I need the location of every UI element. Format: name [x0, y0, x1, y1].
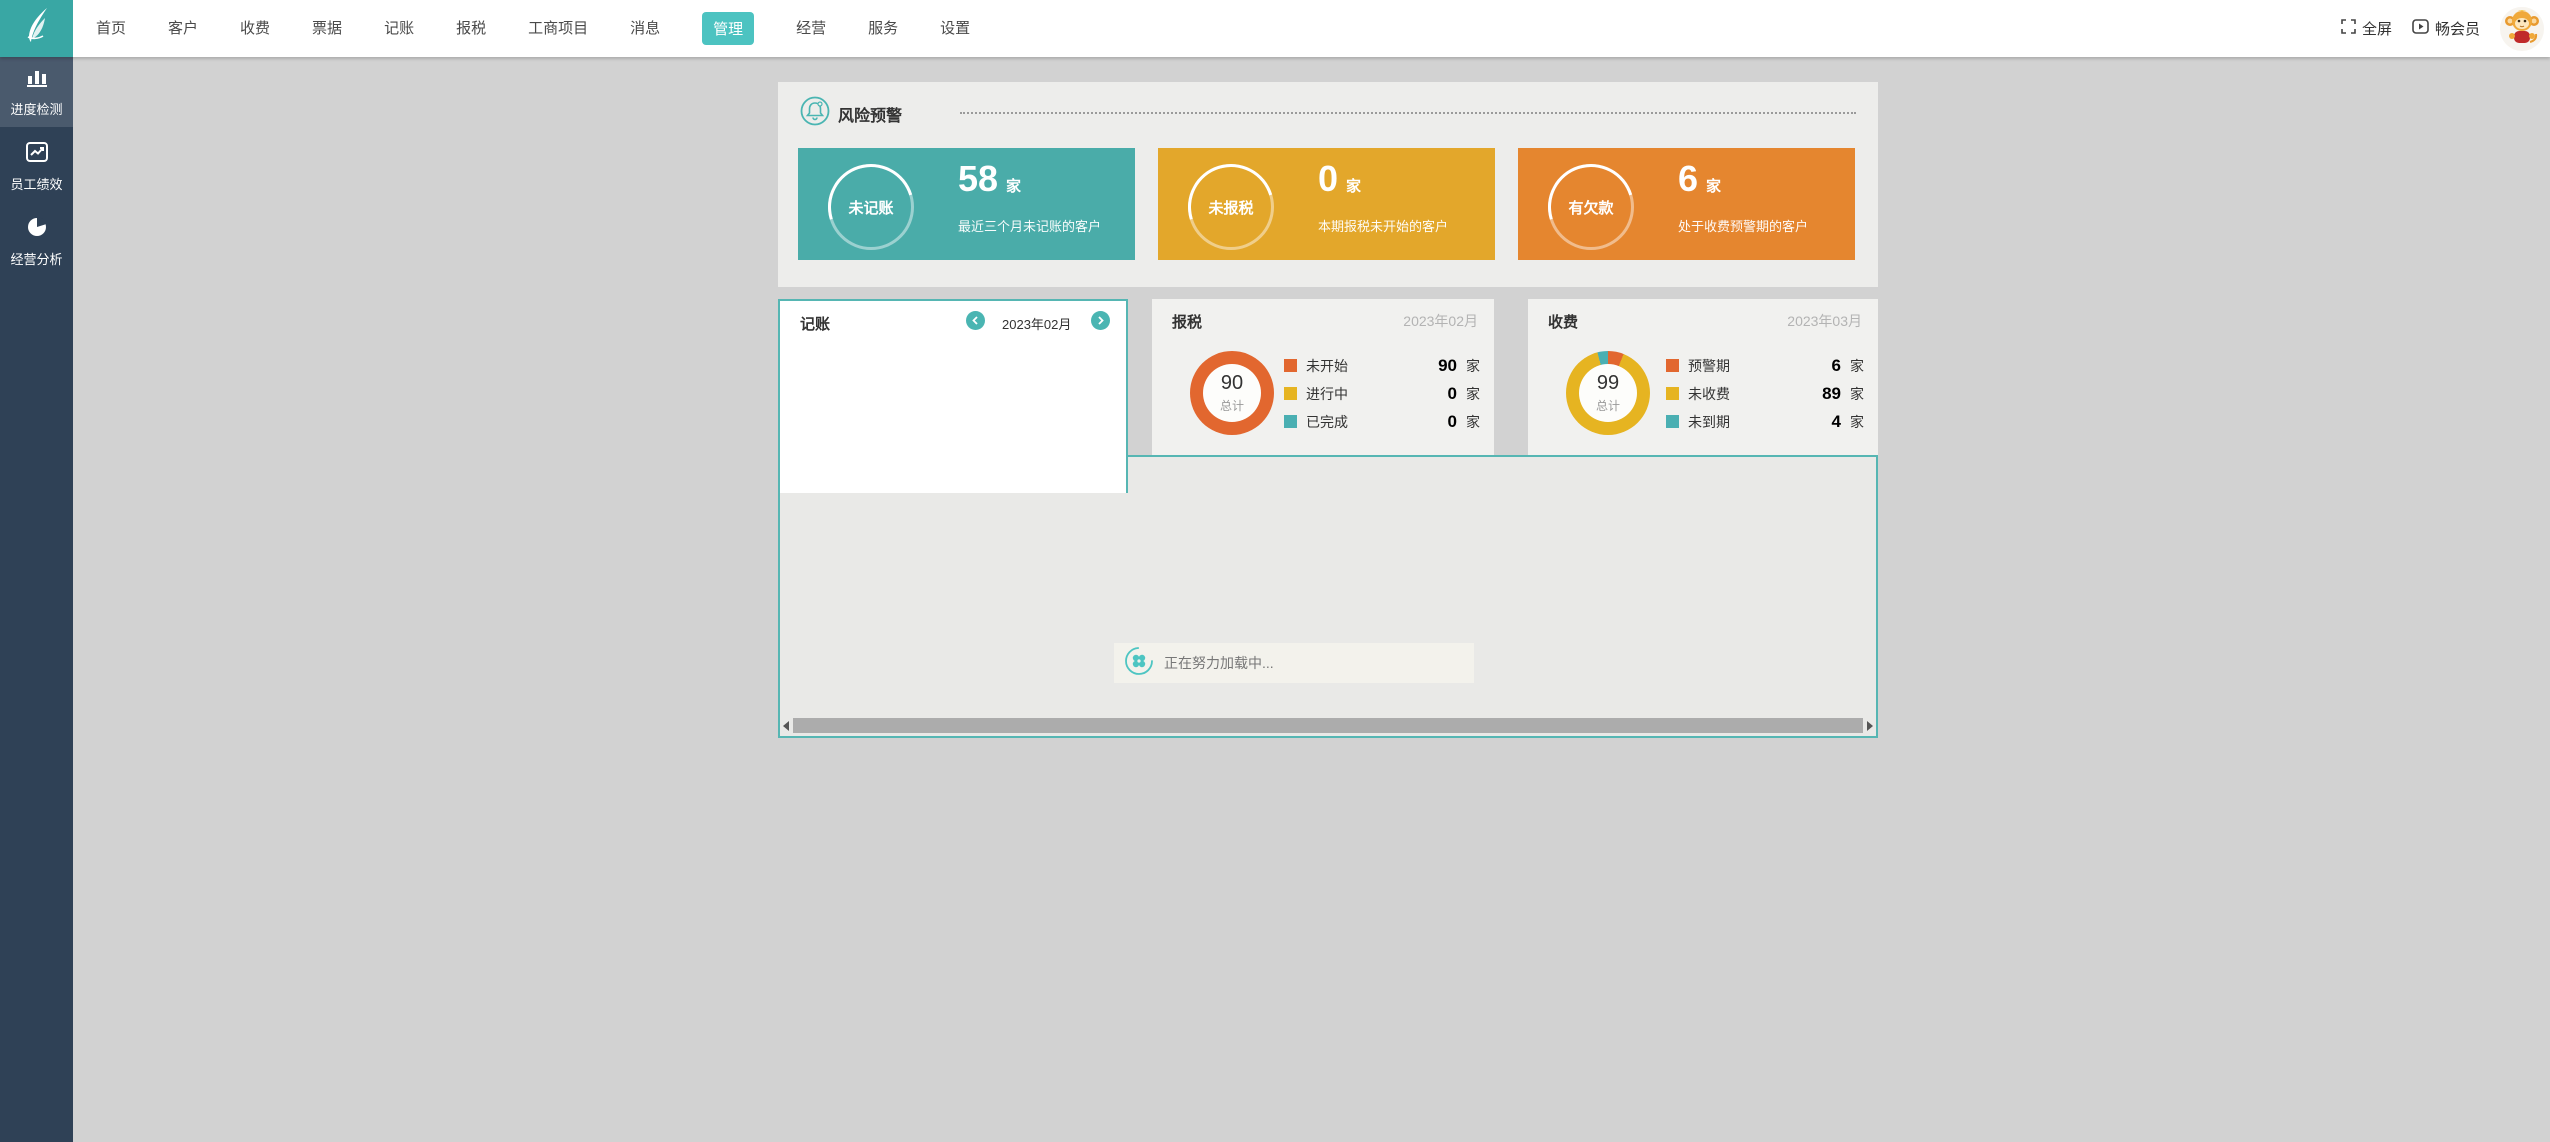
legend-color-swatch: [1666, 359, 1679, 372]
tab-charging[interactable]: 收费 2023年03月 99 总计 预警期 6 家 未收费 89 家 未到期 4…: [1528, 299, 1878, 455]
nav-item-customer[interactable]: 客户: [168, 0, 198, 57]
nav-item-service[interactable]: 服务: [868, 0, 898, 57]
main-menu: 首页 客户 收费 票据 记账 报税 工商项目 消息 管理 经营 服务 设置: [96, 0, 970, 57]
scrollbar-thumb[interactable]: [793, 718, 1863, 733]
nav-item-operation[interactable]: 经营: [796, 0, 826, 57]
legend-item: 预警期 6 家: [1666, 356, 1864, 375]
feather-icon: [20, 6, 54, 51]
tab-title: 记账: [800, 316, 831, 333]
donut-total: 90: [1220, 372, 1244, 394]
nav-item-bookkeeping[interactable]: 记账: [384, 0, 414, 57]
card-count: 6家: [1678, 158, 1722, 199]
prev-month-button[interactable]: [966, 311, 985, 330]
fullscreen-button[interactable]: 全屏: [2341, 18, 2392, 39]
nav-item-settings[interactable]: 设置: [940, 0, 970, 57]
nav-item-invoice[interactable]: 票据: [312, 0, 342, 57]
card-ring-icon: 未报税: [1188, 164, 1274, 250]
legend-item: 未到期 4 家: [1666, 412, 1864, 431]
tab-title: 报税: [1172, 314, 1203, 331]
tab-content-panel: 正在努力加载中...: [778, 455, 1878, 738]
card-ring-label: 有欠款: [1568, 199, 1614, 217]
nav-item-business-project[interactable]: 工商项目: [528, 0, 588, 57]
card-description: 最近三个月未记账的客户: [958, 219, 1102, 234]
sidebar-item-staff-performance[interactable]: 员工绩效: [0, 132, 73, 202]
donut-center: 99 总计: [1579, 364, 1637, 422]
bookkeeping-period: 2023年02月: [1002, 317, 1072, 332]
monkey-avatar: [2500, 6, 2544, 51]
horizontal-scrollbar[interactable]: [783, 718, 1873, 733]
nav-item-manage[interactable]: 管理: [702, 12, 755, 45]
card-count: 58 家: [958, 158, 1022, 199]
nav-item-charge[interactable]: 收费: [240, 0, 270, 57]
donut-total-label: 总计: [1219, 399, 1244, 413]
risk-warning-title: 风险预警: [838, 108, 903, 125]
sidebar-item-progress-check[interactable]: 进度检测: [0, 57, 73, 127]
tax-donut-chart: 90 总计: [1190, 351, 1274, 435]
line-chart-icon: [25, 141, 49, 168]
risk-card-owing[interactable]: 有欠款 6家 处于收费预警期的客户: [1518, 148, 1855, 260]
loading-text: 正在努力加载中...: [1164, 655, 1274, 671]
tab-period: 2023年03月: [1787, 313, 1862, 329]
risk-warning-panel: 风险预警 未记账 58 家 最近三个月未记账的客户 未报税 0家 本期报税未开始…: [778, 82, 1878, 287]
next-month-button[interactable]: [1091, 311, 1110, 330]
donut-center: 90 总计: [1203, 364, 1261, 422]
nav-item-tax[interactable]: 报税: [456, 0, 486, 57]
app-window: 首页 客户 收费 票据 记账 报税 工商项目 消息 管理 经营 服务 设置 全屏: [0, 0, 2550, 1142]
legend-item: 进行中 0 家: [1284, 384, 1480, 403]
charge-legend: 预警期 6 家 未收费 89 家 未到期 4 家: [1666, 356, 1864, 431]
sidebar-item-label: 员工绩效: [10, 177, 63, 192]
card-description: 处于收费预警期的客户: [1678, 219, 1809, 234]
video-play-icon: [2412, 19, 2429, 38]
scroll-right-arrow[interactable]: [1867, 720, 1873, 731]
sidebar-item-label: 经营分析: [10, 252, 63, 267]
fullscreen-icon: [2341, 19, 2356, 38]
card-ring-icon: 有欠款: [1548, 164, 1634, 250]
tab-title: 收费: [1548, 314, 1579, 331]
card-count: 0家: [1318, 158, 1362, 199]
sidebar: 进度检测 员工绩效 经营分析: [0, 57, 73, 1142]
tab-bookkeeping[interactable]: 记账 2023年02月: [778, 299, 1128, 493]
sidebar-item-business-analysis[interactable]: 经营分析: [0, 207, 73, 277]
legend-item: 未开始 90 家: [1284, 356, 1480, 375]
fullscreen-label: 全屏: [2361, 21, 2392, 38]
donut-total: 99: [1596, 372, 1620, 394]
legend-color-swatch: [1284, 359, 1297, 372]
nav-item-message[interactable]: 消息: [630, 0, 660, 57]
legend-color-swatch: [1666, 415, 1679, 428]
tab-period: 2023年02月: [1403, 313, 1478, 329]
legend-color-swatch: [1284, 387, 1297, 400]
risk-card-row: 未记账 58 家 最近三个月未记账的客户 未报税 0家 本期报税未开始的客户 有欠…: [798, 148, 1855, 260]
card-ring-icon: 未记账: [828, 164, 914, 250]
nav-right-tools: 全屏 畅会员: [2341, 0, 2550, 57]
app-logo[interactable]: [0, 0, 73, 57]
bell-icon: [800, 96, 830, 131]
spinner-icon: [1124, 646, 1154, 681]
pie-chart-icon: [25, 216, 49, 243]
charge-donut-chart: 99 总计: [1566, 351, 1650, 435]
sidebar-item-label: 进度检测: [10, 102, 63, 117]
loading-indicator: 正在努力加载中...: [1114, 643, 1474, 683]
legend-item: 已完成 0 家: [1284, 412, 1480, 431]
tab-tax[interactable]: 报税 2023年02月 90 总计 未开始 90 家 进行中 0 家 已完成 0…: [1152, 299, 1494, 455]
card-ring-label: 未报税: [1208, 199, 1254, 217]
risk-card-unbooked[interactable]: 未记账 58 家 最近三个月未记账的客户: [798, 148, 1135, 260]
legend-color-swatch: [1284, 415, 1297, 428]
card-ring-label: 未记账: [848, 199, 894, 217]
member-button[interactable]: 畅会员: [2412, 18, 2480, 39]
bar-chart-icon: [25, 66, 49, 93]
scroll-left-arrow[interactable]: [783, 720, 789, 731]
user-avatar[interactable]: [2500, 6, 2544, 51]
legend-item: 未收费 89 家: [1666, 384, 1864, 403]
legend-color-swatch: [1666, 387, 1679, 400]
nav-item-home[interactable]: 首页: [96, 0, 126, 57]
member-label: 畅会员: [2434, 21, 2480, 38]
top-nav: 首页 客户 收费 票据 记账 报税 工商项目 消息 管理 经营 服务 设置 全屏: [0, 0, 2550, 57]
tax-legend: 未开始 90 家 进行中 0 家 已完成 0 家: [1284, 356, 1480, 431]
card-description: 本期报税未开始的客户: [1318, 219, 1449, 234]
risk-card-untaxed[interactable]: 未报税 0家 本期报税未开始的客户: [1158, 148, 1495, 260]
risk-warning-header: 风险预警: [800, 96, 1856, 128]
dotted-divider: [960, 112, 1856, 114]
donut-total-label: 总计: [1595, 399, 1620, 413]
